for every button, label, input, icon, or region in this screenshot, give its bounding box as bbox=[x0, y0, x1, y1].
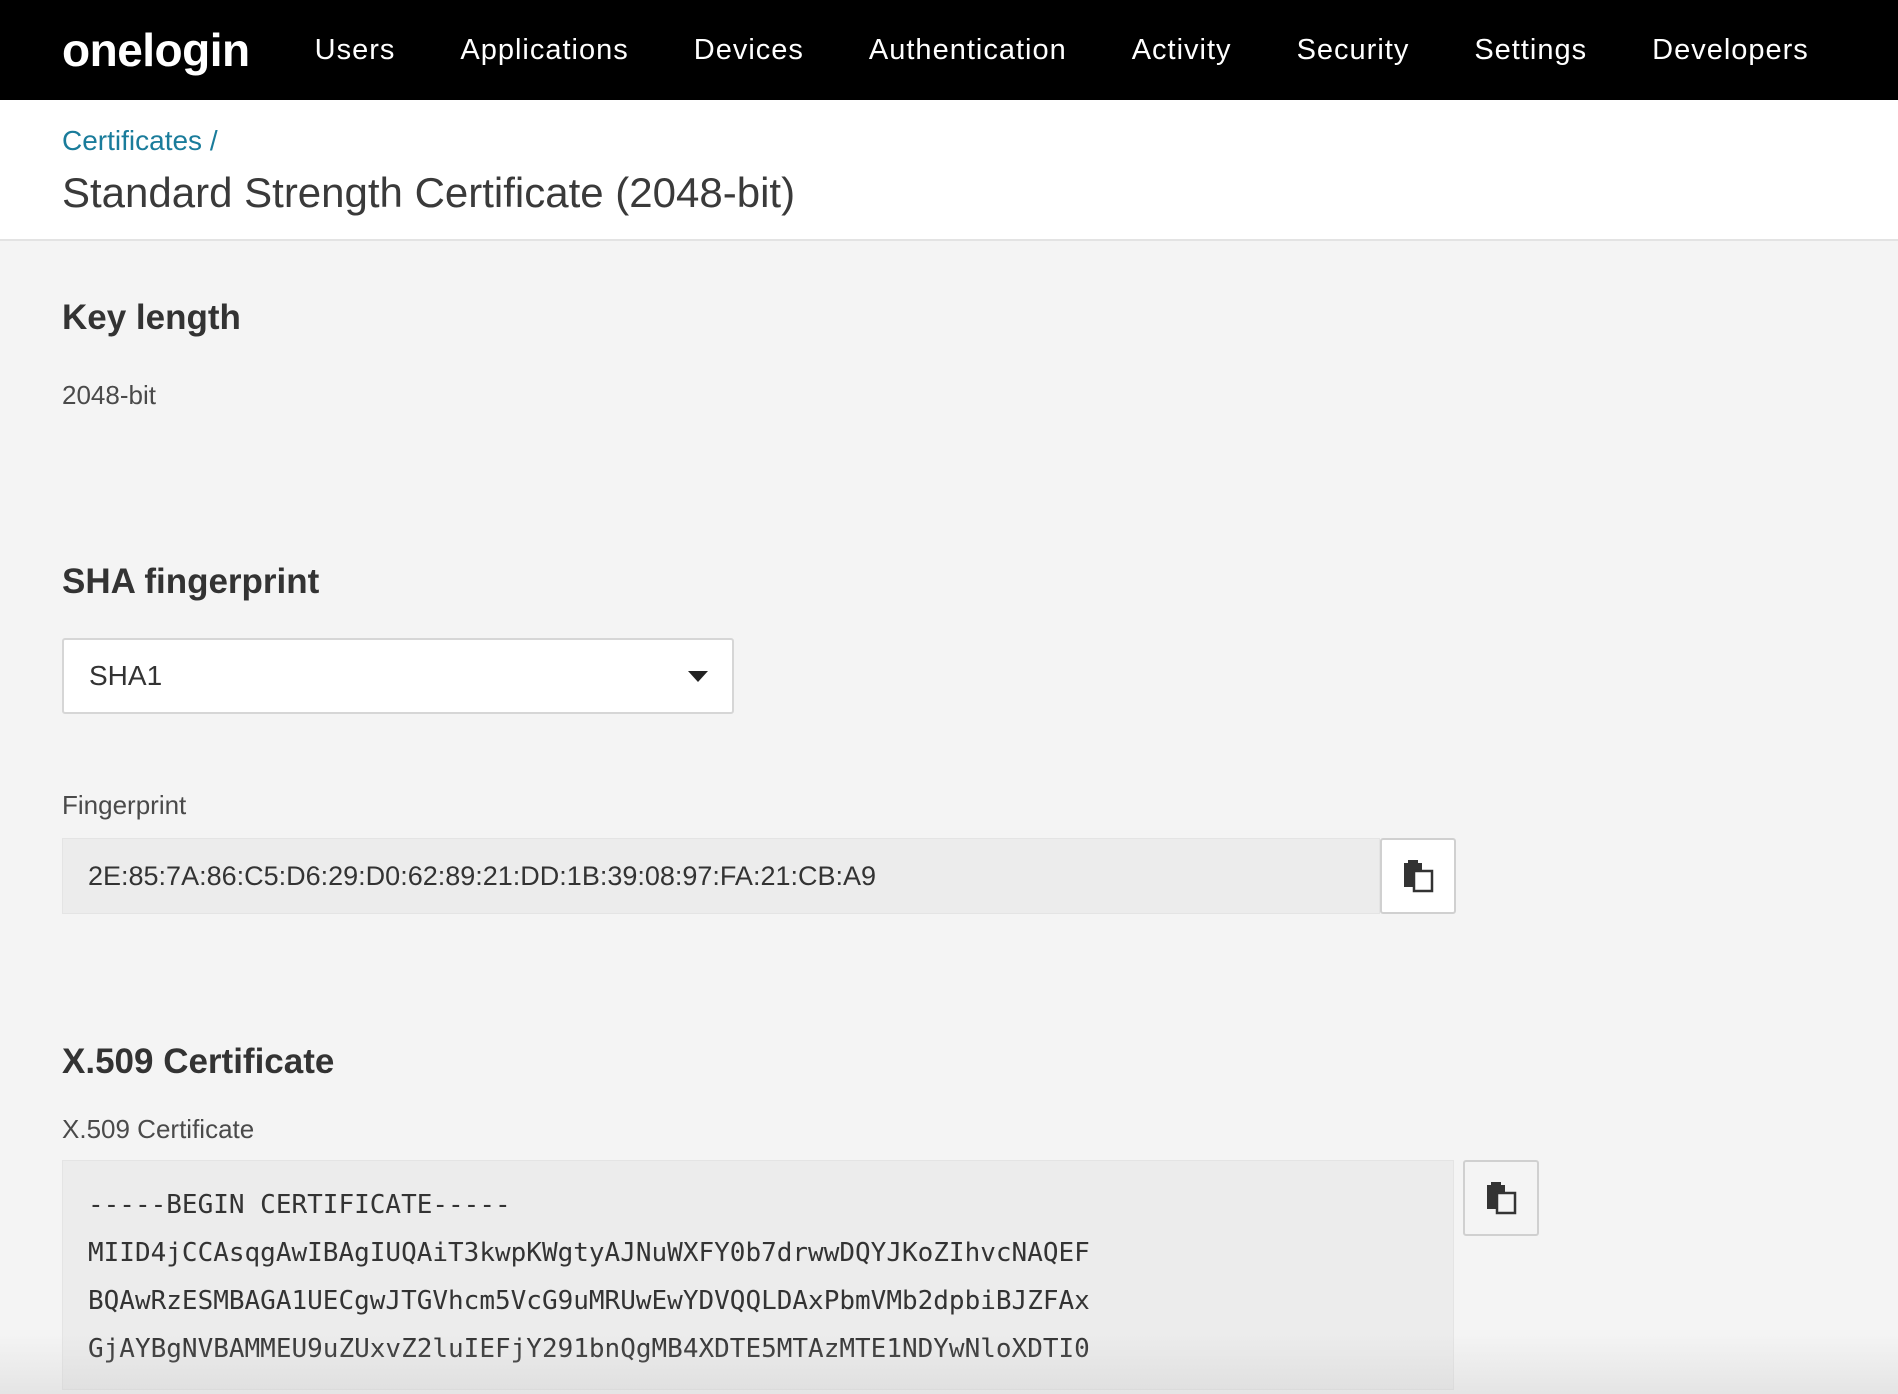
sha-algorithm-selected-value: SHA1 bbox=[89, 660, 163, 691]
fingerprint-field[interactable]: 2E:85:7A:86:C5:D6:29:D0:62:89:21:DD:1B:3… bbox=[62, 838, 1380, 914]
caret-down-icon bbox=[688, 670, 708, 682]
x509-heading: X.509 Certificate bbox=[62, 1042, 335, 1081]
copy-certificate-button[interactable] bbox=[1463, 1160, 1539, 1236]
sha-fingerprint-section: SHA fingerprint SHA1 Fingerprint 2E:85:7… bbox=[62, 560, 1898, 914]
key-length-heading: Key length bbox=[62, 298, 241, 337]
copy-fingerprint-button[interactable] bbox=[1380, 838, 1456, 914]
page-title: Standard Strength Certificate (2048-bit) bbox=[62, 169, 796, 216]
top-navigation: onelogin Users Applications Devices Auth… bbox=[0, 0, 1898, 100]
nav-item-settings[interactable]: Settings bbox=[1474, 34, 1587, 67]
nav-menu: Users Applications Devices Authenticatio… bbox=[300, 34, 1859, 67]
key-length-value: 2048-bit bbox=[62, 380, 156, 410]
page-header: Certificates / Standard Strength Certifi… bbox=[0, 100, 1898, 241]
nav-item-developers[interactable]: Developers bbox=[1652, 34, 1809, 67]
breadcrumb-certificates-link[interactable]: Certificates / bbox=[62, 122, 1898, 160]
nav-item-authentication[interactable]: Authentication bbox=[869, 34, 1067, 67]
x509-label: X.509 Certificate bbox=[62, 1114, 255, 1144]
certificate-line: BQAwRzESMBAGA1UECgwJTGVhcm5VcG9uMRUwEwYD… bbox=[88, 1286, 1090, 1316]
nav-item-security[interactable]: Security bbox=[1297, 34, 1410, 67]
x509-section: X.509 Certificate X.509 Certificate ----… bbox=[62, 1040, 1898, 1390]
main-content: Key length 2048-bit SHA fingerprint SHA1… bbox=[0, 241, 1898, 1390]
clipboard-copy-icon bbox=[1404, 860, 1434, 893]
fingerprint-label: Fingerprint bbox=[62, 790, 187, 820]
nav-item-activity[interactable]: Activity bbox=[1132, 34, 1232, 67]
sha-fingerprint-heading: SHA fingerprint bbox=[62, 562, 320, 601]
nav-item-users[interactable]: Users bbox=[315, 34, 396, 67]
x509-certificate-textarea[interactable]: -----BEGIN CERTIFICATE----- MIID4jCCAsqg… bbox=[62, 1160, 1454, 1390]
nav-item-applications[interactable]: Applications bbox=[460, 34, 628, 67]
certificate-line: -----BEGIN CERTIFICATE----- bbox=[88, 1190, 511, 1220]
certificate-line: MIID4jCCAsqgAwIBAgIUQAiT3kwpKWgtyAJNuWXF… bbox=[88, 1238, 1090, 1268]
certificate-line: GjAYBgNVBAMMEU9uZUxvZ2luIEFjY291bnQgMB4X… bbox=[88, 1334, 1090, 1364]
clipboard-copy-icon bbox=[1487, 1182, 1517, 1215]
key-length-section: Key length 2048-bit bbox=[62, 241, 1898, 412]
onelogin-logo[interactable]: onelogin bbox=[62, 27, 250, 73]
nav-item-devices[interactable]: Devices bbox=[694, 34, 804, 67]
sha-algorithm-select[interactable]: SHA1 bbox=[62, 638, 734, 714]
fingerprint-row: 2E:85:7A:86:C5:D6:29:D0:62:89:21:DD:1B:3… bbox=[62, 838, 1898, 914]
x509-row: -----BEGIN CERTIFICATE----- MIID4jCCAsqg… bbox=[62, 1160, 1898, 1390]
